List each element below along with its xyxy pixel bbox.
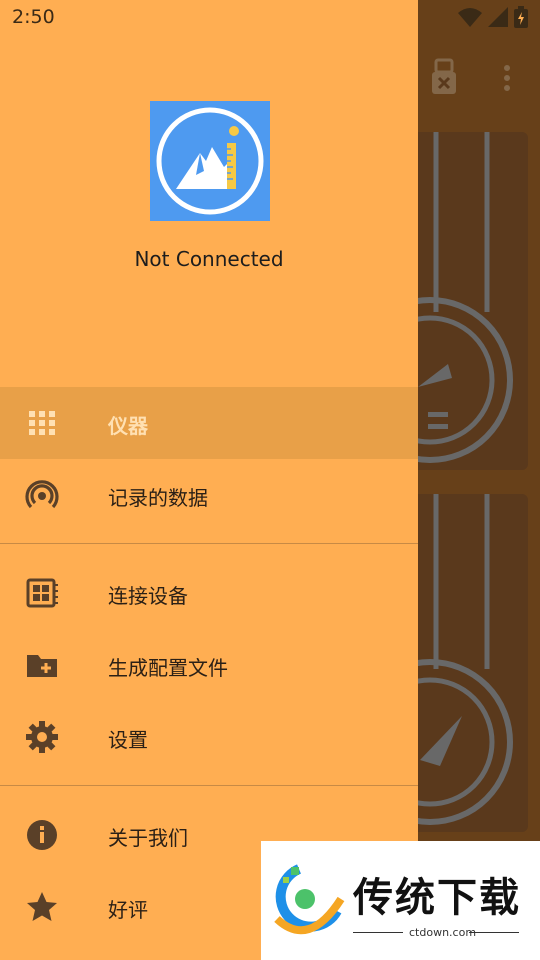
menu-item-label: 仪器 <box>108 414 148 438</box>
watermark-title: 传统下载 <box>353 875 521 921</box>
battery-charging-icon <box>514 6 528 28</box>
drawer-header: Not Connected <box>0 0 418 386</box>
menu-item-recorded-data[interactable]: 记录的数据 <box>0 459 418 531</box>
gear-icon <box>26 721 58 753</box>
watermark-url: ctdown.com <box>409 926 477 939</box>
info-icon <box>27 820 57 850</box>
folder-add-icon <box>27 655 57 677</box>
watermark-line-left <box>353 932 403 933</box>
menu-item-generate-config[interactable]: 生成配置文件 <box>0 629 418 701</box>
mountain-ruler-logo-icon <box>156 107 264 215</box>
device-board-icon <box>26 578 58 608</box>
menu-divider <box>0 543 418 544</box>
status-time: 2:50 <box>12 6 55 28</box>
watermark-line-right <box>469 932 519 933</box>
cell-signal-icon <box>488 7 508 27</box>
navigation-drawer: Not Connected 仪器 记录的数据 连接设备 生成配置文件 设置 关于… <box>0 0 418 960</box>
menu-divider <box>0 785 418 786</box>
menu-item-label: 记录的数据 <box>108 486 208 510</box>
broadcast-icon <box>25 480 59 509</box>
app-logo <box>150 101 270 221</box>
menu-item-instruments[interactable]: 仪器 <box>0 387 418 459</box>
menu-item-label: 连接设备 <box>108 584 188 608</box>
menu-item-label: 好评 <box>108 898 148 922</box>
watermark-logo-icon <box>274 864 345 935</box>
menu-item-connect-device[interactable]: 连接设备 <box>0 557 418 629</box>
status-bar: 2:50 <box>0 0 540 36</box>
menu-item-label: 关于我们 <box>108 826 188 850</box>
menu-item-label: 设置 <box>108 728 148 752</box>
watermark: 传统下载 ctdown.com <box>261 841 540 960</box>
star-icon <box>27 892 57 921</box>
grid-icon <box>29 411 55 435</box>
wifi-icon <box>458 8 482 27</box>
menu-item-settings[interactable]: 设置 <box>0 701 418 773</box>
menu-item-label: 生成配置文件 <box>108 656 228 680</box>
connection-status: Not Connected <box>134 247 284 271</box>
